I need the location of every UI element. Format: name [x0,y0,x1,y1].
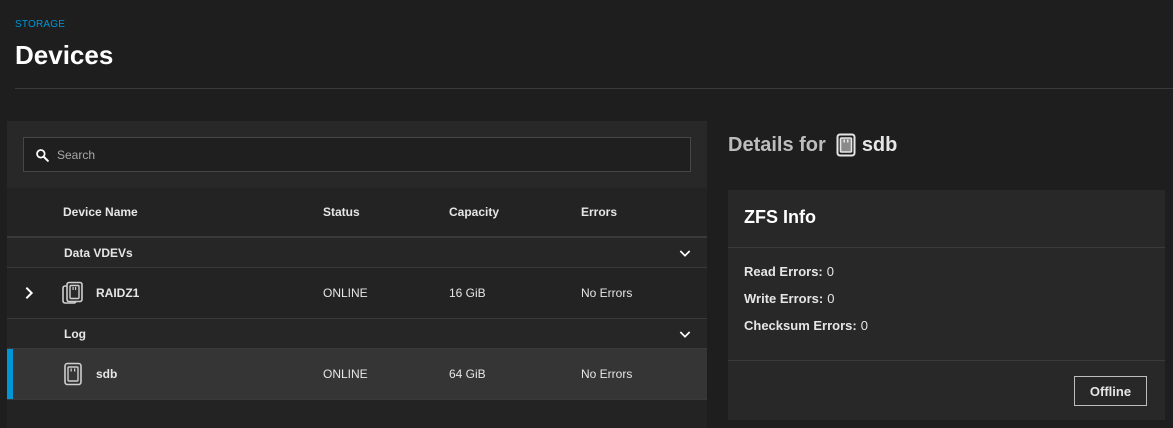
breadcrumb[interactable]: STORAGE [15,19,65,30]
search-area [7,121,707,188]
info-value: 0 [827,291,835,306]
device-capacity: 16 GiB [449,286,486,300]
header-divider [15,88,1173,89]
table-header: Device Name Status Capacity Errors [7,188,707,238]
search-input[interactable] [57,147,690,162]
chevron-right-icon[interactable] [21,285,37,301]
device-capacity: 64 GiB [449,367,486,381]
card-title: ZFS Info [728,190,1165,248]
details-title: Details for sdb [728,133,897,157]
search-icon [36,148,49,162]
group-label: Data VDEVs [64,245,133,260]
chevron-down-icon[interactable] [677,245,693,261]
device-status: ONLINE [323,367,368,381]
device-errors: No Errors [581,286,633,300]
disk-icon [836,133,856,157]
read-errors: Read Errors: 0 [744,264,1165,291]
table-row[interactable]: RAIDZ1 ONLINE 16 GiB No Errors [7,268,707,319]
offline-button[interactable]: Offline [1074,376,1147,406]
group-header-data-vdevs[interactable]: Data VDEVs [7,238,707,268]
group-header-log[interactable]: Log [7,319,707,349]
card-footer: Offline [728,360,1165,420]
group-label: Log [64,326,86,341]
search-box[interactable] [23,137,691,172]
info-value: 0 [860,318,868,333]
column-header-status[interactable]: Status [323,205,360,219]
zfs-info-list: Read Errors: 0 Write Errors: 0 Checksum Er… [728,248,1165,345]
info-label: Checksum Errors: [744,318,857,333]
device-name: RAIDZ1 [96,286,140,300]
column-header-device-name[interactable]: Device Name [63,205,138,219]
page-title: Devices [15,40,114,70]
info-label: Write Errors: [744,291,824,306]
device-errors: No Errors [581,367,633,381]
table-row[interactable]: sdb ONLINE 64 GiB No Errors [7,349,707,400]
info-value: 0 [826,264,834,279]
details-device-name: sdb [861,133,898,156]
details-title-prefix: Details for [728,133,826,156]
chevron-down-icon[interactable] [677,326,693,342]
device-name: sdb [96,367,118,381]
column-header-errors[interactable]: Errors [581,205,617,219]
info-label: Read Errors: [744,264,823,279]
checksum-errors: Checksum Errors: 0 [744,318,1165,345]
devices-panel: Device Name Status Capacity Errors Data … [7,121,707,428]
disk-icon [64,362,82,386]
write-errors: Write Errors: 0 [744,291,1165,318]
vdev-stack-icon [62,281,83,304]
device-status: ONLINE [323,286,368,300]
zfs-info-card: ZFS Info Read Errors: 0 Write Errors: 0 Ch… [728,190,1165,420]
column-header-capacity[interactable]: Capacity [449,205,499,219]
